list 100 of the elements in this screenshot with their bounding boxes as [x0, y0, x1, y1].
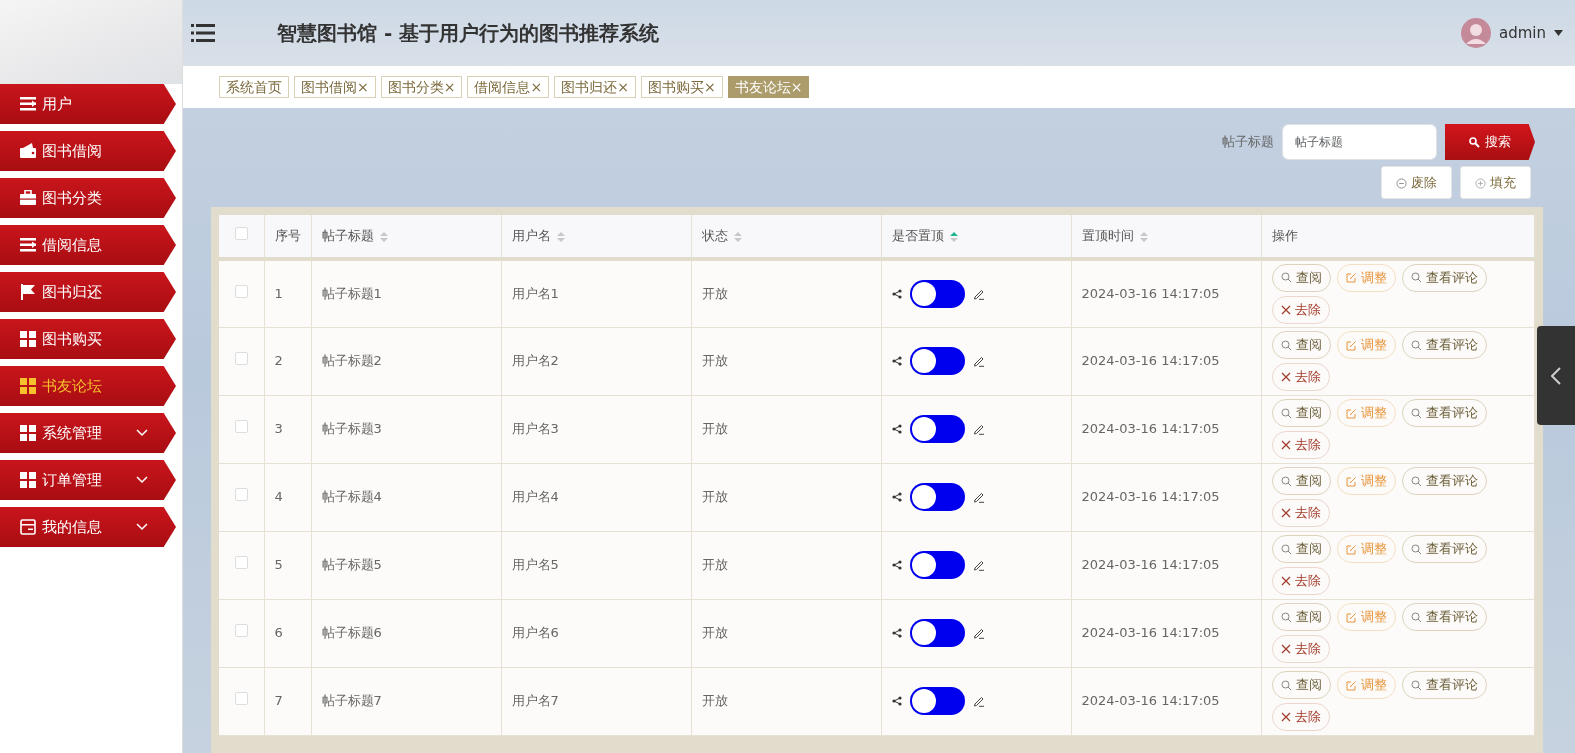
row-checkbox[interactable]	[234, 352, 248, 366]
row-checkbox[interactable]	[234, 624, 248, 638]
search-icon	[1280, 407, 1292, 419]
pencil-icon[interactable]	[972, 695, 985, 707]
page-tab[interactable]: 借阅信息×	[467, 76, 550, 98]
grid-icon	[20, 425, 36, 441]
close-icon	[1280, 712, 1291, 722]
minus-circle-icon	[1395, 177, 1407, 189]
page-tab[interactable]: 图书购买×	[640, 76, 723, 98]
toggle-switch[interactable]	[909, 279, 965, 308]
column-header[interactable]: 置顶时间	[1081, 228, 1134, 244]
sidebar-item[interactable]: 图书购买	[0, 319, 176, 359]
toggle-switch[interactable]	[909, 415, 965, 443]
close-icon	[1280, 440, 1291, 450]
table-cell: 帖子标题6	[321, 625, 382, 641]
toggle-switch[interactable]	[909, 551, 965, 579]
sidebar-item[interactable]: 用户	[0, 84, 176, 124]
sidebar-item[interactable]: 图书归还	[0, 272, 176, 312]
sidebar-item[interactable]: 订单管理	[0, 460, 176, 500]
table-cell: 用户名3	[511, 421, 559, 437]
row-checkbox[interactable]	[234, 285, 248, 298]
pencil-icon[interactable]	[972, 423, 985, 435]
search-icon	[1280, 475, 1292, 487]
search-icon	[1410, 543, 1422, 555]
search-field[interactable]: 帖子标题	[1282, 124, 1437, 160]
sidebar-item[interactable]: 书友论坛	[0, 366, 176, 406]
toggle-switch[interactable]	[909, 687, 965, 715]
share-icon[interactable]	[891, 560, 902, 570]
column-header: 序号	[274, 228, 301, 244]
search-icon	[1469, 137, 1481, 149]
pencil-icon[interactable]	[972, 287, 985, 300]
search-icon	[1410, 475, 1422, 487]
column-header[interactable]: 帖子标题	[321, 228, 374, 244]
page-tab[interactable]: 图书借阅×	[294, 76, 376, 98]
table-cell: 开放	[701, 421, 728, 437]
table-cell: 开放	[701, 557, 728, 573]
row-checkbox[interactable]	[234, 556, 248, 570]
sidebar-item[interactable]: 借阅信息	[0, 225, 176, 265]
page-tab[interactable]: 图书分类×	[380, 76, 463, 98]
flag-icon	[20, 284, 36, 300]
sidebar-item[interactable]: 系统管理	[0, 413, 176, 453]
search-icon	[1410, 272, 1422, 284]
menu-icon[interactable]	[191, 23, 215, 43]
share-icon[interactable]	[891, 492, 902, 502]
table-cell: 开放	[701, 489, 728, 505]
select-all-checkbox[interactable]	[234, 227, 248, 241]
sidebar-item[interactable]: 我的信息	[0, 507, 176, 547]
row-checkbox[interactable]	[234, 420, 248, 434]
pencil-icon[interactable]	[972, 559, 985, 571]
table-cell: 5	[274, 557, 283, 573]
sidebar-item[interactable]: 图书借阅	[0, 131, 176, 171]
table-cell: 2024-03-16 14:17:05	[1081, 489, 1220, 505]
share-icon[interactable]	[891, 288, 902, 299]
search-icon	[1280, 543, 1292, 555]
page-tab[interactable]: 图书归还×	[554, 76, 636, 98]
table-cell: 用户名1	[511, 286, 559, 301]
table-cell: 6	[274, 625, 283, 641]
toggle-switch[interactable]	[909, 483, 965, 511]
page-tab[interactable]: 系统首页	[219, 76, 289, 98]
share-icon[interactable]	[891, 356, 902, 366]
table-cell: 用户名5	[511, 557, 559, 573]
table-cell: 帖子标题4	[321, 489, 382, 505]
table-cell: 2024-03-16 14:17:05	[1081, 421, 1220, 437]
search-icon	[1410, 339, 1422, 351]
pencil-icon[interactable]	[972, 627, 985, 639]
table-cell: 开放	[701, 693, 728, 709]
row-checkbox[interactable]	[234, 488, 248, 502]
table-cell: 2024-03-16 14:17:05	[1081, 353, 1220, 369]
side-panel-handle[interactable]	[1537, 326, 1575, 425]
close-icon	[1280, 372, 1291, 382]
table-cell: 帖子标题3	[321, 421, 382, 437]
table-cell: 2	[274, 353, 283, 369]
share-icon[interactable]	[891, 696, 902, 706]
grid-icon	[20, 378, 36, 394]
toolbar-button[interactable]: 废除	[1380, 166, 1452, 199]
table-cell: 帖子标题2	[321, 353, 382, 369]
column-header[interactable]: 状态	[701, 228, 728, 244]
pencil-icon[interactable]	[972, 355, 985, 367]
share-icon[interactable]	[891, 424, 902, 434]
search-icon	[1410, 611, 1422, 623]
sidebar-item[interactable]: 图书分类	[0, 178, 176, 218]
search-button[interactable]: 搜索	[1445, 124, 1535, 160]
table-cell: 用户名7	[511, 693, 559, 709]
toggle-switch[interactable]	[909, 347, 965, 375]
close-icon	[1280, 644, 1291, 654]
column-header[interactable]: 是否置顶	[891, 228, 944, 244]
edit-icon	[1345, 679, 1357, 691]
table-cell: 2024-03-16 14:17:05	[1081, 286, 1220, 301]
card-icon	[20, 519, 36, 535]
column-header[interactable]: 用户名	[511, 228, 551, 244]
toggle-switch[interactable]	[909, 619, 965, 647]
caret-icon[interactable]	[1554, 30, 1563, 36]
table-cell: 1	[274, 286, 283, 301]
list-icon	[20, 96, 36, 112]
user-name[interactable]: admin	[1499, 21, 1546, 45]
toolbar-button[interactable]: 填充	[1459, 166, 1531, 199]
share-icon[interactable]	[891, 628, 902, 638]
table-cell: 开放	[701, 353, 728, 369]
pencil-icon[interactable]	[972, 491, 985, 503]
row-checkbox[interactable]	[234, 692, 248, 706]
